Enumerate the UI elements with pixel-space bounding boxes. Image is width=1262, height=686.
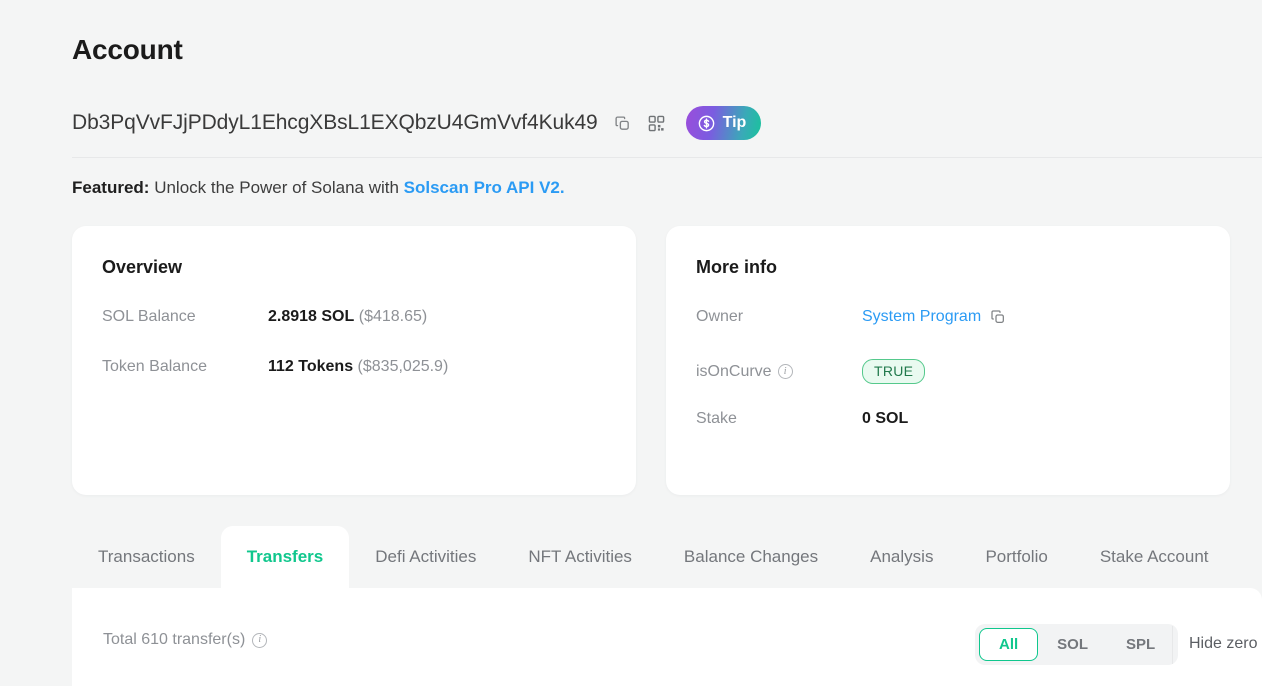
header-divider: [72, 157, 1262, 158]
panel-divider: [1172, 626, 1173, 664]
tip-button-label: Tip: [723, 114, 747, 132]
transfer-type-filter: All SOL SPL: [975, 624, 1178, 665]
isoncurve-value: TRUE: [862, 359, 925, 384]
owner-row: Owner System Program: [696, 308, 1006, 326]
transfers-panel: Total 610 transfer(s) i All SOL SPL Hide…: [72, 588, 1262, 686]
solscan-pro-api-link[interactable]: Solscan Pro API V2.: [404, 178, 565, 197]
sol-balance-label: SOL Balance: [102, 308, 268, 326]
featured-prefix: Featured:: [72, 178, 149, 197]
owner-link[interactable]: System Program: [862, 308, 981, 326]
tab-stake-account[interactable]: Stake Account: [1074, 526, 1235, 588]
page-title: Account: [72, 34, 183, 66]
transfer-total: Total 610 transfer(s) i: [103, 631, 267, 649]
filter-spl[interactable]: SPL: [1107, 628, 1174, 661]
isoncurve-row: isOnCurve i TRUE: [696, 359, 925, 384]
info-icon[interactable]: i: [778, 364, 793, 379]
qr-code-icon[interactable]: [644, 110, 670, 136]
tab-transactions[interactable]: Transactions: [72, 526, 221, 588]
tab-nft-activities[interactable]: NFT Activities: [502, 526, 658, 588]
isoncurve-label: isOnCurve i: [696, 363, 862, 381]
status-badge: TRUE: [862, 359, 925, 384]
sol-balance-amount: 2.8918 SOL: [268, 308, 354, 325]
overview-title: Overview: [102, 257, 182, 278]
stake-value: 0 SOL: [862, 410, 908, 428]
tab-defi-activities[interactable]: Defi Activities: [349, 526, 502, 588]
tip-button[interactable]: Tip: [686, 106, 762, 140]
tab-transfers[interactable]: Transfers: [221, 526, 350, 588]
more-info-title: More info: [696, 257, 777, 278]
sol-balance-row: SOL Balance 2.8918 SOL ($418.65): [102, 308, 427, 326]
stake-row: Stake 0 SOL: [696, 410, 908, 428]
token-balance-value: 112 Tokens ($835,025.9): [268, 358, 448, 376]
filter-sol[interactable]: SOL: [1038, 628, 1107, 661]
copy-icon[interactable]: [610, 110, 636, 136]
sol-balance-value: 2.8918 SOL ($418.65): [268, 308, 427, 326]
sol-balance-usd: ($418.65): [359, 308, 428, 325]
stake-amount: 0 SOL: [862, 410, 908, 427]
info-icon[interactable]: i: [252, 633, 267, 648]
account-address: Db3PqVvFJjPDdyL1EhcgXBsL1EXQbzU4GmVvf4Ku…: [72, 111, 598, 135]
featured-banner: Featured: Unlock the Power of Solana wit…: [72, 178, 565, 198]
overview-card: Overview SOL Balance 2.8918 SOL ($418.65…: [72, 226, 636, 495]
tab-balance-changes[interactable]: Balance Changes: [658, 526, 844, 588]
transfer-total-text: Total 610 transfer(s): [103, 631, 245, 649]
owner-value: System Program: [862, 308, 1006, 326]
tab-analysis[interactable]: Analysis: [844, 526, 959, 588]
token-balance-label: Token Balance: [102, 358, 268, 376]
tab-bar: Transactions Transfers Defi Activities N…: [72, 526, 1262, 588]
stake-label: Stake: [696, 410, 862, 428]
address-row: Db3PqVvFJjPDdyL1EhcgXBsL1EXQbzU4GmVvf4Ku…: [72, 106, 761, 140]
filter-all[interactable]: All: [979, 628, 1038, 661]
hide-zero-toggle[interactable]: Hide zero: [1189, 635, 1257, 653]
owner-label: Owner: [696, 308, 862, 326]
token-balance-amount: 112 Tokens: [268, 358, 353, 375]
copy-icon[interactable]: [990, 309, 1006, 325]
account-page: Account Db3PqVvFJjPDdyL1EhcgXBsL1EXQbzU4…: [0, 0, 1262, 686]
isoncurve-label-text: isOnCurve: [696, 363, 772, 381]
token-balance-row: Token Balance 112 Tokens ($835,025.9): [102, 358, 448, 376]
featured-text: Unlock the Power of Solana with: [149, 178, 403, 197]
more-info-card: More info Owner System Program isOnCurve…: [666, 226, 1230, 495]
token-balance-usd: ($835,025.9): [358, 358, 449, 375]
dollar-circle-icon: [697, 114, 716, 133]
tab-portfolio[interactable]: Portfolio: [959, 526, 1073, 588]
